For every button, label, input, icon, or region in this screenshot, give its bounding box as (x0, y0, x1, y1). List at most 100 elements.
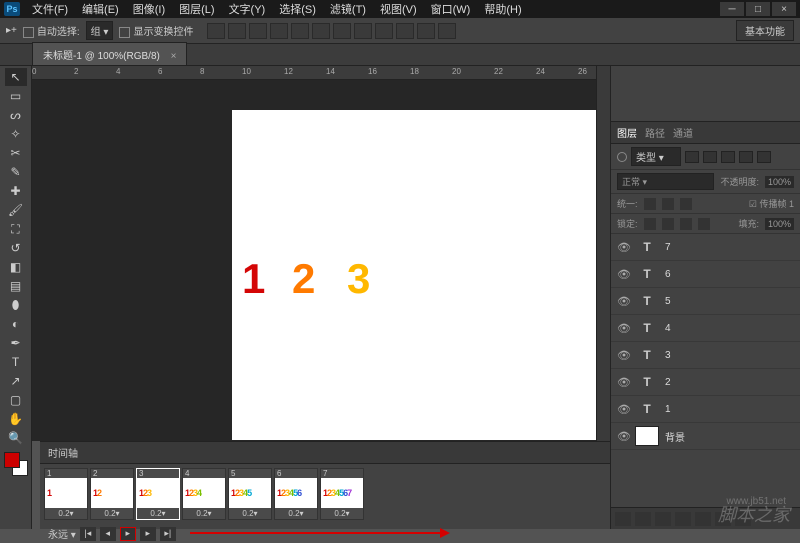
trash-icon[interactable] (735, 512, 751, 526)
visibility-icon[interactable]: 👁 (617, 241, 629, 253)
tab-channels[interactable]: 通道 (673, 125, 693, 140)
blur-tool[interactable]: ⬮ (5, 296, 27, 314)
distribute-icon[interactable] (354, 23, 372, 39)
distribute-icon[interactable] (375, 23, 393, 39)
frame-delay[interactable]: 0.2▾ (137, 508, 179, 519)
visibility-icon[interactable]: 👁 (617, 295, 629, 307)
stamp-tool[interactable]: ⛶ (5, 220, 27, 238)
gradient-tool[interactable]: ▤ (5, 277, 27, 295)
filter-icon[interactable] (739, 151, 753, 163)
menu-item[interactable]: 窗口(W) (425, 0, 477, 19)
layer-row[interactable]: 👁T2 (611, 369, 800, 396)
frame-delay[interactable]: 0.2▾ (275, 508, 317, 519)
pen-tool[interactable]: ✒ (5, 334, 27, 352)
brush-tool[interactable]: 🖌 (5, 201, 27, 219)
align-icon[interactable] (207, 23, 225, 39)
menu-item[interactable]: 图层(L) (173, 0, 220, 19)
collapsed-panel-strip[interactable] (596, 66, 610, 441)
search-icon[interactable] (617, 152, 627, 162)
align-icon[interactable] (312, 23, 330, 39)
close-button[interactable]: × (772, 2, 796, 16)
filter-icon[interactable] (757, 151, 771, 163)
document-tab[interactable]: 未标题-1 @ 100%(RGB/8) × (32, 42, 187, 65)
workspace-switcher[interactable]: 基本功能 (736, 20, 794, 41)
blend-mode-dropdown[interactable]: 正常 ▾ (617, 173, 714, 190)
adjust-icon[interactable] (675, 512, 691, 526)
timeline-frame[interactable]: 31230.2▾ (136, 468, 180, 520)
layer-row[interactable]: 👁T1 (611, 396, 800, 423)
visibility-icon[interactable]: 👁 (617, 349, 629, 361)
timeline-frame[interactable]: 412340.2▾ (182, 468, 226, 520)
tab-layers[interactable]: 图层 (617, 125, 637, 140)
frame-delay[interactable]: 0.2▾ (229, 508, 271, 519)
type-tool[interactable]: T (5, 353, 27, 371)
filter-icon[interactable] (685, 151, 699, 163)
canvas-area[interactable]: 1 2 3 (32, 80, 610, 441)
frame-delay[interactable]: 0.2▾ (91, 508, 133, 519)
menu-item[interactable]: 文件(F) (26, 0, 74, 19)
unify-icon[interactable] (680, 198, 692, 210)
menu-item[interactable]: 编辑(E) (76, 0, 125, 19)
opacity-value[interactable]: 100% (765, 176, 794, 188)
frame-delay[interactable]: 0.2▾ (183, 508, 225, 519)
eraser-tool[interactable]: ◧ (5, 258, 27, 276)
visibility-icon[interactable]: 👁 (617, 268, 629, 280)
align-icon[interactable] (270, 23, 288, 39)
visibility-icon[interactable]: 👁 (617, 430, 629, 442)
link-icon[interactable] (615, 512, 631, 526)
shape-tool[interactable]: ▢ (5, 391, 27, 409)
menu-item[interactable]: 帮助(H) (478, 0, 527, 19)
path-tool[interactable]: ↗ (5, 372, 27, 390)
fx-icon[interactable] (635, 512, 651, 526)
fill-value[interactable]: 100% (765, 218, 794, 230)
distribute-icon[interactable] (417, 23, 435, 39)
timeline-frame[interactable]: 110.2▾ (44, 468, 88, 520)
dodge-tool[interactable]: ◐ (5, 315, 27, 333)
zoom-tool[interactable]: 🔍 (5, 429, 27, 447)
distribute-icon[interactable] (396, 23, 414, 39)
timeline-frame[interactable]: 712345670.2▾ (320, 468, 364, 520)
visibility-icon[interactable]: 👁 (617, 322, 629, 334)
wand-tool[interactable]: ✧ (5, 125, 27, 143)
tab-paths[interactable]: 路径 (645, 125, 665, 140)
eyedropper-tool[interactable]: ✎ (5, 163, 27, 181)
timeline-frame[interactable]: 2120.2▾ (90, 468, 134, 520)
timeline-frame[interactable]: 61234560.2▾ (274, 468, 318, 520)
move-tool[interactable]: ↖ (5, 68, 27, 86)
canvas[interactable]: 1 2 3 (232, 110, 602, 440)
menu-item[interactable]: 文字(Y) (223, 0, 272, 19)
layer-row[interactable]: 👁T4 (611, 315, 800, 342)
align-icon[interactable] (291, 23, 309, 39)
menu-item[interactable]: 图像(I) (127, 0, 171, 19)
layer-row[interactable]: 👁T5 (611, 288, 800, 315)
visibility-icon[interactable]: 👁 (617, 376, 629, 388)
frame-delay[interactable]: 0.2▾ (45, 508, 87, 519)
close-tab-icon[interactable]: × (171, 51, 177, 62)
loop-dropdown[interactable]: 永远 ▾ (48, 526, 76, 541)
auto-select-checkbox[interactable] (23, 27, 34, 38)
crop-tool[interactable]: ✂ (5, 144, 27, 162)
select-type-dropdown[interactable]: 组 ▾ (86, 21, 114, 40)
visibility-icon[interactable]: 👁 (617, 403, 629, 415)
filter-icon[interactable] (703, 151, 717, 163)
filter-type-dropdown[interactable]: 类型 ▾ (631, 147, 681, 166)
maximize-button[interactable]: □ (746, 2, 770, 16)
unify-icon[interactable] (644, 198, 656, 210)
layer-row[interactable]: 👁T7 (611, 234, 800, 261)
lock-icon[interactable] (662, 218, 674, 230)
timeline-frame[interactable]: 5123450.2▾ (228, 468, 272, 520)
group-icon[interactable] (695, 512, 711, 526)
layer-row[interactable]: 👁T6 (611, 261, 800, 288)
distribute-icon[interactable] (438, 23, 456, 39)
marquee-tool[interactable]: ▭ (5, 87, 27, 105)
healing-tool[interactable]: ✚ (5, 182, 27, 200)
menu-item[interactable]: 选择(S) (273, 0, 322, 19)
layer-row[interactable]: 👁背景 (611, 423, 800, 450)
history-brush-tool[interactable]: ↺ (5, 239, 27, 257)
minimize-button[interactable]: ─ (720, 2, 744, 16)
fg-color[interactable] (4, 452, 20, 468)
layer-row[interactable]: 👁T3 (611, 342, 800, 369)
unify-icon[interactable] (662, 198, 674, 210)
align-icon[interactable] (228, 23, 246, 39)
distribute-icon[interactable] (333, 23, 351, 39)
